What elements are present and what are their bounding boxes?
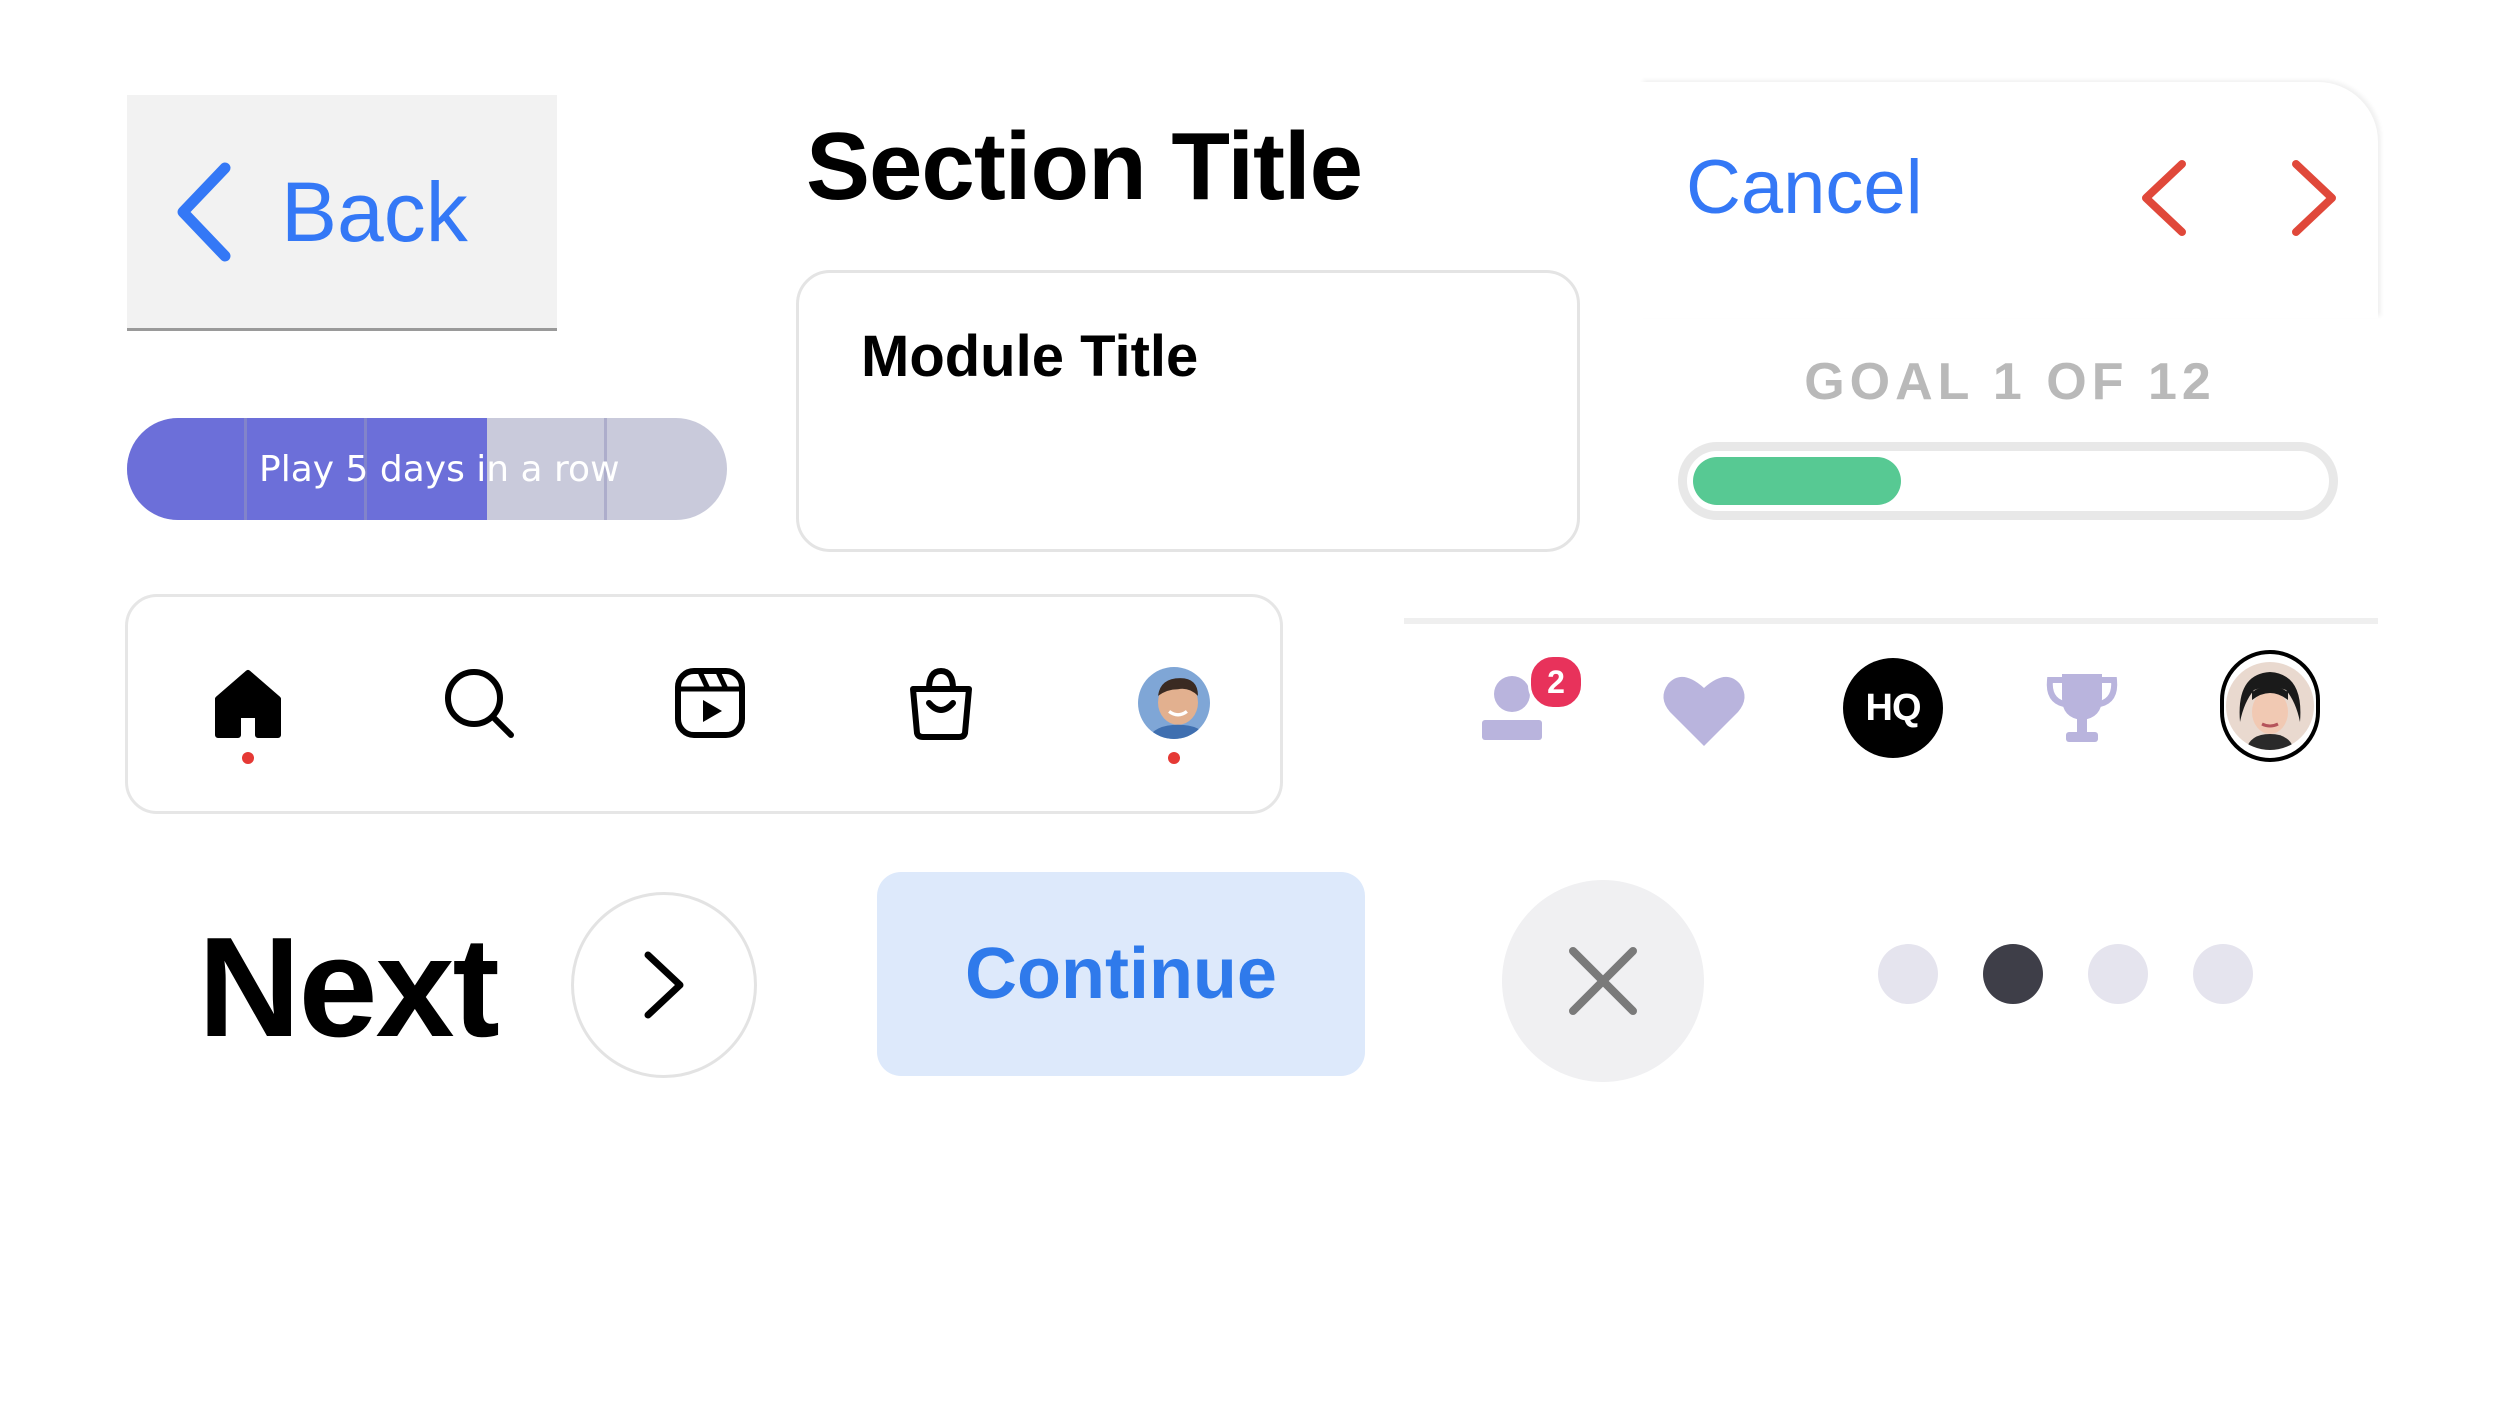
continue-button[interactable]: Continue [877,872,1365,1076]
module-card[interactable]: Module Title [796,270,1580,552]
active-dot [242,752,254,764]
trophy-icon [2046,674,2118,742]
tab-profile[interactable] [1132,661,1216,745]
cancel-button[interactable]: Cancel [1686,150,1923,226]
goal-progress-bar [1678,442,2338,520]
tab-profile-hq[interactable] [2220,650,2320,762]
previous-button[interactable] [2130,158,2200,238]
heart-icon [1663,676,1745,746]
page-dot[interactable] [2193,944,2253,1004]
tab-leaderboard[interactable] [2032,658,2132,758]
tab-friends[interactable]: 2 [1462,654,1584,758]
shopping-bag-icon [910,667,972,740]
back-label: Back [281,164,468,259]
reels-icon [675,668,745,738]
profile-avatar [1138,667,1210,739]
chevron-left-icon [177,162,231,261]
active-dot [1168,752,1180,764]
close-icon [1569,947,1637,1015]
tab-home[interactable] [206,661,290,745]
goal-label: GOAL 1 OF 12 [1804,353,2216,411]
tab-bar-divider [1404,618,2378,624]
tab-bar-social [125,594,1283,814]
chevron-left-icon [2142,160,2186,236]
search-icon [445,669,514,738]
module-title: Module Title [861,324,1199,389]
notification-badge: 2 [1528,654,1584,710]
page-dot[interactable] [1878,944,1938,1004]
page-dot-active[interactable] [1983,944,2043,1004]
next-chevron-button[interactable] [2278,158,2348,238]
streak-label: Play 5 days in a row [259,448,620,490]
streak-progress-pill: Play 5 days in a row [127,418,727,520]
tab-likes[interactable] [1654,658,1754,758]
hq-logo: HQ [1843,658,1943,758]
next-title: Next [198,908,500,1067]
home-icon [215,670,281,738]
section-title: Section Title [806,113,1363,220]
next-circle-button[interactable] [571,892,757,1078]
profile-avatar [2220,650,2320,762]
tab-hq-home[interactable]: HQ [1843,658,1943,758]
streak-segment-divider [244,418,247,520]
nav-header-card: Cancel [1640,82,2378,318]
page-dot[interactable] [2088,944,2148,1004]
goal-progress-fill [1693,457,1901,505]
ui-components-sheet: Back Section Title Module Title Cancel P… [0,0,2500,1406]
back-button[interactable]: Back [127,95,557,331]
tab-search[interactable] [437,661,521,745]
tab-shop[interactable] [899,661,983,745]
tab-reels[interactable] [668,661,752,745]
chevron-right-icon [2292,160,2336,236]
close-button[interactable] [1502,880,1704,1082]
chevron-right-icon [644,951,684,1019]
